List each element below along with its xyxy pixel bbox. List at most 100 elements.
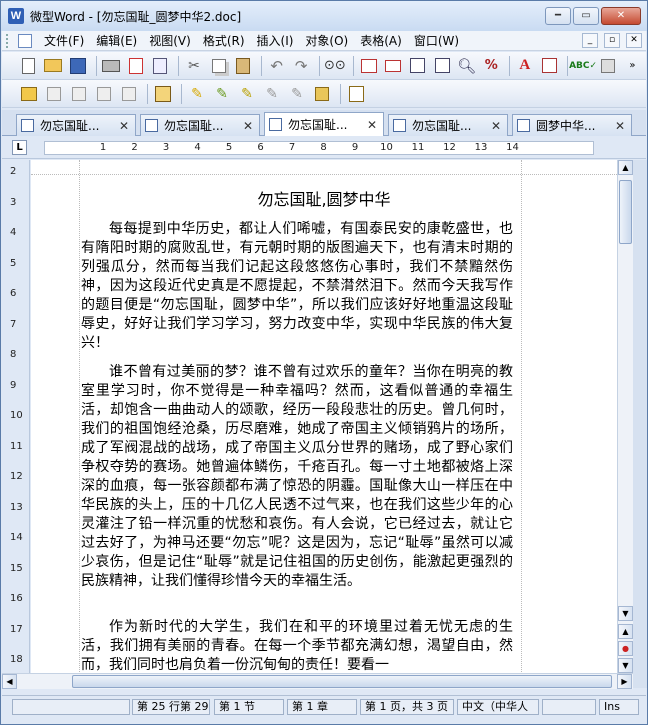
redo-icon[interactable]: ↷ (290, 55, 312, 77)
print-preview-icon[interactable] (150, 55, 172, 77)
scroll-right-button[interactable]: ▶ (617, 674, 632, 689)
browse-object-button[interactable]: ● (618, 641, 633, 656)
previous-page-button[interactable]: ▲ (618, 624, 633, 639)
vertical-ruler-number: 2 (10, 166, 17, 177)
reject-all-icon[interactable]: ✎ (261, 83, 283, 105)
tab-close-icon[interactable]: ✕ (243, 119, 253, 133)
close-button[interactable]: ✕ (601, 7, 641, 25)
undo-icon[interactable]: ↶ (266, 55, 288, 77)
tab-label: 勿忘国耻... (164, 119, 224, 133)
document-outline-icon[interactable] (118, 83, 140, 105)
insert-field-icon[interactable] (382, 55, 404, 77)
spellcheck-icon[interactable]: ABC✓ (569, 55, 597, 77)
next-page-button[interactable]: ▼ (618, 658, 633, 673)
tab-close-icon[interactable]: ✕ (119, 119, 129, 133)
ruler-tick: 14 (506, 142, 519, 153)
vertical-ruler-number: 12 (10, 471, 23, 482)
vertical-ruler-number: 3 (10, 196, 17, 208)
side-splitter[interactable] (633, 160, 647, 688)
document-tab-1[interactable]: 勿忘国耻... ✕ (16, 114, 136, 136)
copy-icon[interactable] (208, 55, 230, 77)
delete-mark-icon[interactable] (68, 83, 90, 105)
menu-grip[interactable] (6, 33, 18, 48)
document-page[interactable]: 勿忘国耻,圆梦中华 每每提到中华历史，都让人们唏嘘，有国泰民安的康乾盛世，也有隋… (31, 160, 617, 688)
columns-icon[interactable] (431, 55, 453, 77)
ruler-bar[interactable]: 1 2 3 4 5 6 7 8 9 10 11 12 13 14 (44, 141, 594, 155)
vertical-ruler-number: 18 (10, 654, 23, 665)
scroll-down-button[interactable]: ▼ (618, 606, 633, 621)
tab-close-icon[interactable]: ✕ (491, 119, 501, 133)
open-folder-icon[interactable] (43, 55, 65, 77)
page-layout-icon[interactable] (407, 55, 429, 77)
print-icon[interactable] (101, 55, 123, 77)
document-tab-5[interactable]: 圆梦中华... ✕ (512, 114, 632, 136)
menu-table[interactable]: 表格(A) (354, 32, 408, 49)
doc-restore-button[interactable]: ▫ (604, 33, 620, 48)
highlight-pen-icon[interactable] (18, 83, 40, 105)
horizontal-ruler[interactable]: L 1 2 3 4 5 6 7 8 9 10 11 12 13 14 (2, 137, 646, 159)
maximize-button[interactable]: ▭ (573, 7, 599, 25)
vertical-ruler[interactable]: 2 3 4 5 6 7 8 9 10 11 12 13 14 15 16 17 18 (2, 160, 30, 688)
tab-stop-selector[interactable]: L (12, 140, 27, 155)
word-count-icon[interactable] (597, 55, 619, 77)
vertical-ruler-number: 9 (10, 379, 17, 391)
menu-object[interactable]: 对象(O) (299, 32, 354, 49)
font-color-icon[interactable]: A (514, 55, 536, 77)
pdf-export-icon[interactable] (125, 55, 147, 77)
menu-view[interactable]: 视图(V) (143, 32, 197, 49)
paragraph-1: 每每提到中华历史，都让人们唏嘘，有国泰民安的康乾盛世，也有隋阳时期的腐败乱世，有… (81, 221, 513, 351)
review-pane-icon[interactable] (345, 83, 367, 105)
zoom-icon[interactable]: 🔍︎ (456, 55, 478, 77)
ruler-tick: 4 (194, 142, 201, 153)
paragraph-2: 谁不曾有过美丽的梦？谁不曾有过欢乐的童年？当你在明亮的教室里学习时，你不觉得是一… (81, 364, 513, 589)
next-change-icon[interactable] (311, 83, 333, 105)
status-blank (12, 699, 130, 715)
styles-icon[interactable] (539, 55, 561, 77)
reject-change-icon[interactable]: ✎ (236, 83, 258, 105)
status-insert-mode[interactable]: Ins (599, 699, 639, 715)
status-empty (542, 699, 596, 715)
vertical-scrollbar[interactable]: ▲ ▼ ▲ ● ▼ (617, 160, 633, 688)
accept-all-icon[interactable]: ✎ (211, 83, 233, 105)
document-tab-4[interactable]: 勿忘国耻... ✕ (388, 114, 508, 136)
scroll-thumb[interactable] (619, 180, 632, 244)
menu-insert[interactable]: 插入(I) (251, 32, 300, 49)
accept-change-icon[interactable]: ✎ (186, 83, 208, 105)
previous-change-icon[interactable]: ✎ (286, 83, 308, 105)
tab-close-icon[interactable]: ✕ (615, 119, 625, 133)
cut-icon[interactable]: ✂ (183, 55, 205, 77)
ruler-tick: 10 (380, 142, 393, 153)
scroll-left-button[interactable]: ◀ (2, 674, 17, 689)
document-tab-2[interactable]: 勿忘国耻... ✕ (140, 114, 260, 136)
minimize-button[interactable]: ━ (545, 7, 571, 25)
status-pages: 第 1 页，共 3 页 (360, 699, 454, 715)
tab-label: 勿忘国耻... (412, 119, 472, 133)
menu-format[interactable]: 格式(R) (197, 32, 251, 49)
doc-minimize-button[interactable]: _ (582, 33, 598, 48)
status-language: 中文（中华人 (457, 699, 539, 715)
paste-icon[interactable] (232, 55, 254, 77)
comment-icon[interactable] (93, 83, 115, 105)
vertical-ruler-number: 11 (10, 440, 23, 452)
horizontal-scrollbar[interactable]: ◀ ▶ (2, 673, 633, 689)
line-numbers-icon[interactable] (358, 55, 380, 77)
tab-close-icon[interactable]: ✕ (367, 118, 377, 132)
document-tab-3[interactable]: 勿忘国耻... ✕ (264, 112, 384, 136)
menu-file[interactable]: 文件(F) (38, 32, 90, 49)
menu-window[interactable]: 窗口(W) (408, 32, 465, 49)
find-binoculars-icon[interactable]: ⊙⊙ (324, 55, 346, 77)
scroll-up-button[interactable]: ▲ (618, 160, 633, 175)
ruler-tick: 6 (257, 142, 264, 153)
new-document-icon[interactable] (18, 55, 40, 77)
save-icon[interactable] (67, 55, 89, 77)
menu-edit[interactable]: 编辑(E) (90, 32, 143, 49)
edit-pen-icon[interactable] (43, 83, 65, 105)
toolbar-overflow-icon[interactable]: » (622, 55, 644, 77)
vertical-ruler-number: 7 (10, 318, 17, 330)
doc-close-button[interactable]: ✕ (626, 33, 642, 48)
document-icon[interactable] (18, 33, 32, 48)
doc-tab-icon (145, 119, 158, 132)
track-changes-icon[interactable] (152, 83, 174, 105)
horizontal-scroll-thumb[interactable] (72, 675, 612, 688)
percent-icon[interactable]: % (480, 55, 502, 77)
